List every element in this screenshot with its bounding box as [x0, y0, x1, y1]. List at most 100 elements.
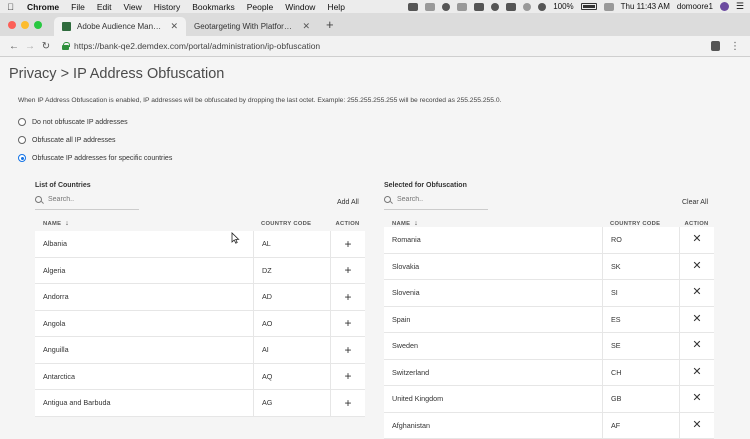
x-icon[interactable]: ✕	[692, 287, 701, 298]
remove-country-button[interactable]: ✕	[679, 333, 714, 359]
bluetooth-icon[interactable]	[491, 3, 499, 11]
remove-country-button[interactable]: ✕	[679, 413, 714, 439]
forward-button[interactable]: →	[22, 41, 38, 52]
x-icon[interactable]: ✕	[692, 234, 701, 245]
close-tab-icon[interactable]: ✕	[170, 21, 178, 32]
radio-unchecked-icon[interactable]	[18, 118, 26, 126]
name-column-header[interactable]: NAME ↓	[384, 220, 602, 227]
notification-center-icon[interactable]: ☰	[736, 1, 744, 12]
zoom-window-button[interactable]	[34, 21, 42, 29]
lock-icon	[62, 42, 69, 50]
table-row: SpainES✕	[384, 307, 714, 334]
tray-app-icon[interactable]	[442, 3, 450, 11]
x-icon[interactable]: ✕	[692, 314, 701, 325]
x-icon[interactable]: ✕	[692, 367, 701, 378]
country-name: Sweden	[384, 333, 602, 359]
option-obfuscate-all[interactable]: Obfuscate all IP addresses	[18, 136, 116, 144]
menubar-clock[interactable]: Thu 11:43 AM	[621, 2, 670, 11]
menubar-user[interactable]: domoore1	[677, 2, 713, 11]
wifi-icon[interactable]	[538, 3, 546, 11]
country-name: Switzerland	[384, 360, 602, 386]
country-code: AQ	[253, 364, 330, 390]
add-country-button[interactable]: +	[330, 231, 365, 257]
sort-descending-icon[interactable]: ↓	[414, 220, 418, 227]
extension-icon[interactable]	[711, 41, 720, 51]
country-search-input[interactable]	[48, 196, 138, 203]
keyboard-flag-icon[interactable]	[604, 3, 614, 11]
country-name: Slovakia	[384, 254, 602, 280]
remove-country-button[interactable]: ✕	[679, 360, 714, 386]
plus-icon[interactable]: +	[344, 264, 351, 276]
address-bar[interactable]: https://bank-qe2.demdex.com/portal/admin…	[62, 39, 711, 54]
option-obfuscate-specific[interactable]: Obfuscate IP addresses for specific coun…	[18, 154, 172, 162]
more-options-icon[interactable]: ⋮	[730, 41, 740, 52]
battery-percent: 100%	[553, 2, 573, 11]
x-icon[interactable]: ✕	[692, 340, 701, 351]
country-code: SI	[602, 280, 679, 306]
plus-icon[interactable]: +	[344, 317, 351, 329]
minimize-window-button[interactable]	[21, 21, 29, 29]
countries-table: NAME ↓ COUNTRY CODE ACTION AlbaniaAL+Alg…	[35, 216, 365, 417]
tray-app-icon[interactable]	[408, 3, 418, 11]
name-column-header[interactable]: NAME ↓	[35, 220, 253, 227]
x-icon[interactable]: ✕	[692, 393, 701, 404]
mouse-pointer-icon	[231, 232, 240, 244]
plus-icon[interactable]: +	[344, 370, 351, 382]
tray-app-icon[interactable]	[425, 3, 435, 11]
tab-geotargeting[interactable]: Geotargeting With Platform-le ✕	[186, 17, 318, 36]
tray-app-icon[interactable]	[474, 3, 484, 11]
tray-app-icon[interactable]	[457, 3, 467, 11]
option-do-not-obfuscate[interactable]: Do not obfuscate IP addresses	[18, 118, 128, 126]
plus-icon[interactable]: +	[344, 344, 351, 356]
add-all-button[interactable]: Add All	[337, 199, 359, 206]
menu-bookmarks[interactable]: Bookmarks	[192, 2, 235, 12]
apple-icon[interactable]: 	[6, 2, 15, 11]
add-country-button[interactable]: +	[330, 364, 365, 390]
list-of-countries-panel: List of Countries Add All NAME ↓ COUNTRY…	[35, 182, 365, 422]
tab-audience-manager[interactable]: Adobe Audience Manager | Ac ✕	[54, 17, 186, 36]
table-row: SloveniaSI✕	[384, 280, 714, 307]
country-name: Algeria	[35, 258, 253, 284]
menu-view[interactable]: View	[123, 2, 141, 12]
menu-app-name[interactable]: Chrome	[27, 2, 59, 12]
country-code: AG	[253, 390, 330, 416]
table-row: United KingdomGB✕	[384, 386, 714, 413]
siri-icon[interactable]	[720, 2, 729, 11]
x-icon[interactable]: ✕	[692, 420, 701, 431]
add-country-button[interactable]: +	[330, 390, 365, 416]
remove-country-button[interactable]: ✕	[679, 386, 714, 412]
clear-all-button[interactable]: Clear All	[682, 199, 708, 206]
menu-people[interactable]: People	[247, 2, 273, 12]
menu-window[interactable]: Window	[285, 2, 315, 12]
menu-history[interactable]: History	[154, 2, 180, 12]
audience-manager-favicon-icon	[62, 22, 71, 31]
menu-help[interactable]: Help	[327, 2, 344, 12]
airplay-icon[interactable]	[506, 3, 516, 11]
remove-country-button[interactable]: ✕	[679, 227, 714, 253]
close-tab-icon[interactable]: ✕	[302, 21, 310, 32]
menu-file[interactable]: File	[71, 2, 85, 12]
close-window-button[interactable]	[8, 21, 16, 29]
add-country-button[interactable]: +	[330, 258, 365, 284]
radio-checked-icon[interactable]	[18, 154, 26, 162]
selected-search-input[interactable]	[397, 196, 487, 203]
remove-country-button[interactable]: ✕	[679, 280, 714, 306]
back-button[interactable]: ←	[6, 41, 22, 52]
radio-unchecked-icon[interactable]	[18, 136, 26, 144]
plus-icon[interactable]: +	[344, 238, 351, 250]
x-icon[interactable]: ✕	[692, 261, 701, 272]
add-country-button[interactable]: +	[330, 311, 365, 337]
sort-descending-icon[interactable]: ↓	[65, 220, 69, 227]
remove-country-button[interactable]: ✕	[679, 307, 714, 333]
plus-icon[interactable]: +	[344, 397, 351, 409]
menu-edit[interactable]: Edit	[97, 2, 112, 12]
remove-country-button[interactable]: ✕	[679, 254, 714, 280]
volume-icon[interactable]	[523, 3, 531, 11]
plus-icon[interactable]: +	[344, 291, 351, 303]
add-country-button[interactable]: +	[330, 284, 365, 310]
reload-button[interactable]: ↻	[38, 41, 54, 52]
new-tab-button[interactable]: +	[326, 17, 334, 32]
country-name: United Kingdom	[384, 386, 602, 412]
add-country-button[interactable]: +	[330, 337, 365, 363]
battery-icon[interactable]	[581, 3, 597, 10]
